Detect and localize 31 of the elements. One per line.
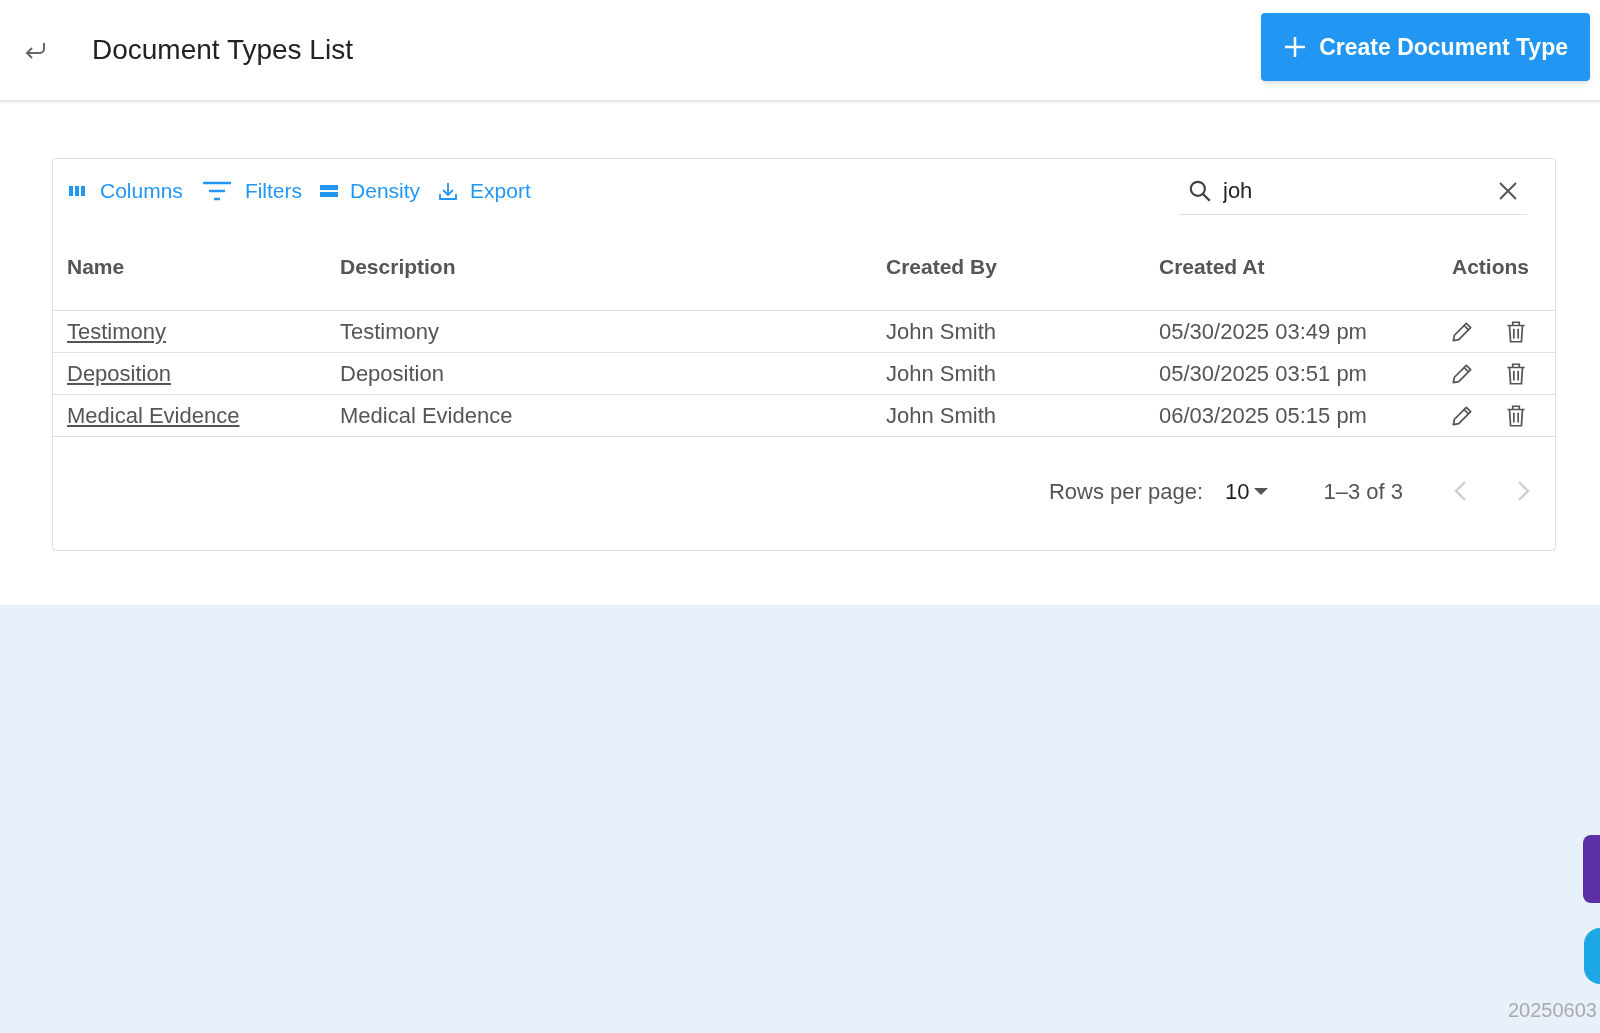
version-label: 20250603 bbox=[1508, 998, 1597, 1023]
caret-icon bbox=[1253, 486, 1270, 496]
close-icon[interactable] bbox=[1497, 179, 1519, 202]
table-cell: Medical Evidence bbox=[340, 403, 513, 428]
page-range: 1–3 of 3 bbox=[1323, 477, 1403, 506]
column-header[interactable]: Created By bbox=[886, 254, 997, 278]
download-icon bbox=[438, 181, 459, 201]
page-title: Document Types List bbox=[92, 33, 353, 67]
column-header[interactable]: Name bbox=[67, 254, 125, 278]
name-link[interactable]: Deposition bbox=[67, 361, 171, 386]
table-cell: Deposition bbox=[340, 361, 444, 386]
table-cell: John Smith bbox=[886, 361, 997, 386]
search-field[interactable]: joh bbox=[1223, 174, 1497, 207]
filter-icon bbox=[200, 180, 233, 202]
column-header[interactable]: Description bbox=[340, 254, 456, 278]
table-cell: John Smith bbox=[886, 403, 997, 428]
side-tab[interactable] bbox=[1583, 835, 1600, 903]
table-cell: John Smith bbox=[886, 319, 997, 344]
name-link[interactable]: Testimony bbox=[67, 319, 167, 344]
columns-icon bbox=[68, 184, 88, 198]
table-cell: Testimony bbox=[340, 319, 440, 344]
rows-per-page-label: Rows per page: bbox=[1048, 477, 1203, 506]
name-link[interactable]: Medical Evidence bbox=[67, 403, 240, 428]
density-icon bbox=[320, 184, 339, 198]
column-header[interactable]: Actions bbox=[1452, 254, 1529, 278]
table-cell: 06/03/2025 05:15 pm bbox=[1159, 403, 1367, 428]
column-header[interactable]: Created At bbox=[1159, 254, 1265, 278]
table-cell: 05/30/2025 03:51 pm bbox=[1159, 361, 1367, 386]
rows-per-page-select[interactable]: 10 bbox=[1225, 474, 1270, 508]
plus-icon bbox=[1283, 35, 1308, 59]
table-cell: 05/30/2025 03:49 pm bbox=[1159, 319, 1367, 344]
